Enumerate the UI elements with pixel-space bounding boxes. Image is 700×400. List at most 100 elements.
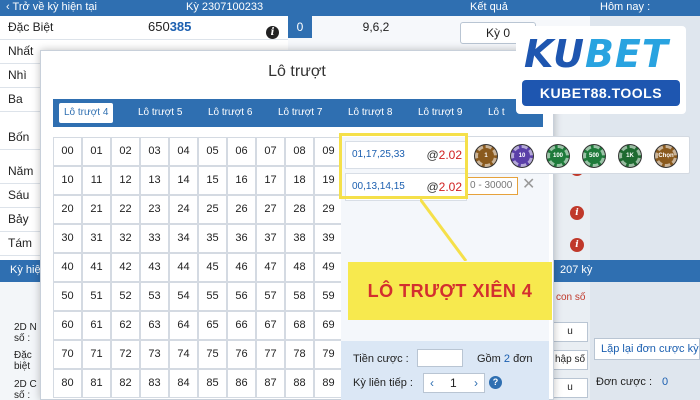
number-cell[interactable]: 64: [169, 311, 198, 340]
number-cell[interactable]: 47: [256, 253, 285, 282]
number-cell[interactable]: 86: [227, 369, 256, 398]
number-cell[interactable]: 57: [256, 282, 285, 311]
number-cell[interactable]: 89: [314, 369, 343, 398]
number-cell[interactable]: 18: [285, 166, 314, 195]
minus-icon[interactable]: ‹: [430, 376, 434, 390]
number-cell[interactable]: 87: [256, 369, 285, 398]
number-cell[interactable]: 29: [314, 195, 343, 224]
number-cell[interactable]: 26: [227, 195, 256, 224]
number-cell[interactable]: 55: [198, 282, 227, 311]
number-cell[interactable]: 83: [140, 369, 169, 398]
number-cell[interactable]: 14: [169, 166, 198, 195]
chip-button[interactable]: 1: [475, 145, 497, 167]
number-cell[interactable]: 62: [111, 311, 140, 340]
number-cell[interactable]: 34: [169, 224, 198, 253]
number-cell[interactable]: 48: [285, 253, 314, 282]
plus-icon[interactable]: ›: [474, 376, 478, 390]
number-cell[interactable]: 33: [140, 224, 169, 253]
chip-button[interactable]: 100: [547, 145, 569, 167]
number-cell[interactable]: 04: [169, 137, 198, 166]
number-cell[interactable]: 38: [285, 224, 314, 253]
number-cell[interactable]: 20: [53, 195, 82, 224]
number-cell[interactable]: 74: [169, 340, 198, 369]
chip-button[interactable]: Chọn: [655, 145, 677, 167]
number-cell[interactable]: 16: [227, 166, 256, 195]
number-cell[interactable]: 79: [314, 340, 343, 369]
info-icon[interactable]: i: [570, 206, 584, 220]
number-cell[interactable]: 50: [53, 282, 82, 311]
number-cell[interactable]: 30: [53, 224, 82, 253]
number-cell[interactable]: 76: [227, 340, 256, 369]
number-cell[interactable]: 58: [285, 282, 314, 311]
number-cell[interactable]: 32: [111, 224, 140, 253]
number-cell[interactable]: 28: [285, 195, 314, 224]
number-cell[interactable]: 68: [285, 311, 314, 340]
tab-lo-truot-5[interactable]: Lô trượt 5: [133, 103, 187, 123]
number-cell[interactable]: 80: [53, 369, 82, 398]
tab-lo-truot-6[interactable]: Lô trượt 6: [203, 103, 257, 123]
number-cell[interactable]: 66: [227, 311, 256, 340]
number-cell[interactable]: 56: [227, 282, 256, 311]
number-cell[interactable]: 42: [111, 253, 140, 282]
number-cell[interactable]: 82: [111, 369, 140, 398]
repeat-bet-button[interactable]: Lặp lại đơn cược kỳ t: [594, 338, 700, 360]
close-icon[interactable]: ✕: [522, 174, 535, 194]
number-cell[interactable]: 24: [169, 195, 198, 224]
number-cell[interactable]: 71: [82, 340, 111, 369]
number-cell[interactable]: 31: [82, 224, 111, 253]
number-cell[interactable]: 17: [256, 166, 285, 195]
number-cell[interactable]: 00: [53, 137, 82, 166]
number-cell[interactable]: 15: [198, 166, 227, 195]
tab-lo-truot-7[interactable]: Lô trượt 7: [273, 103, 327, 123]
tab-lo-truot-8[interactable]: Lô trượt 8: [343, 103, 397, 123]
number-cell[interactable]: 49: [314, 253, 343, 282]
number-cell[interactable]: 70: [53, 340, 82, 369]
help-icon[interactable]: ?: [489, 376, 502, 389]
number-cell[interactable]: 73: [140, 340, 169, 369]
back-link[interactable]: ‹ Trở về kỳ hiện tại: [6, 1, 97, 13]
number-cell[interactable]: 69: [314, 311, 343, 340]
number-cell[interactable]: 51: [82, 282, 111, 311]
number-cell[interactable]: 61: [82, 311, 111, 340]
number-cell[interactable]: 72: [111, 340, 140, 369]
number-cell[interactable]: 43: [140, 253, 169, 282]
number-cell[interactable]: 25: [198, 195, 227, 224]
number-cell[interactable]: 06: [227, 137, 256, 166]
number-cell[interactable]: 23: [140, 195, 169, 224]
info-icon[interactable]: i: [266, 26, 279, 39]
number-cell[interactable]: 67: [256, 311, 285, 340]
number-cell[interactable]: 05: [198, 137, 227, 166]
number-cell[interactable]: 27: [256, 195, 285, 224]
nhap-so-button[interactable]: hập số: [552, 350, 588, 370]
range-input[interactable]: 0 - 30000: [466, 177, 518, 195]
number-cell[interactable]: 46: [227, 253, 256, 282]
number-cell[interactable]: 54: [169, 282, 198, 311]
number-cell[interactable]: 21: [82, 195, 111, 224]
number-cell[interactable]: 40: [53, 253, 82, 282]
side-button-3[interactable]: u: [552, 378, 588, 398]
stake-input[interactable]: [417, 349, 463, 367]
number-cell[interactable]: 10: [53, 166, 82, 195]
chip-button[interactable]: 10: [511, 145, 533, 167]
number-cell[interactable]: 01: [82, 137, 111, 166]
number-cell[interactable]: 78: [285, 340, 314, 369]
number-cell[interactable]: 75: [198, 340, 227, 369]
number-cell[interactable]: 60: [53, 311, 82, 340]
number-cell[interactable]: 11: [82, 166, 111, 195]
number-cell[interactable]: 07: [256, 137, 285, 166]
number-cell[interactable]: 22: [111, 195, 140, 224]
side-button-1[interactable]: u: [552, 322, 588, 342]
number-cell[interactable]: 63: [140, 311, 169, 340]
tab-lo-truot-4[interactable]: Lô trượt 4: [59, 103, 114, 123]
number-cell[interactable]: 81: [82, 369, 111, 398]
number-cell[interactable]: 88: [285, 369, 314, 398]
number-cell[interactable]: 37: [256, 224, 285, 253]
tab-lo-truot-10[interactable]: Lô t: [483, 103, 510, 123]
number-cell[interactable]: 59: [314, 282, 343, 311]
info-icon[interactable]: i: [570, 238, 584, 252]
consecutive-stepper[interactable]: ‹ 1 ›: [423, 373, 485, 393]
number-cell[interactable]: 45: [198, 253, 227, 282]
number-cell[interactable]: 36: [227, 224, 256, 253]
number-cell[interactable]: 39: [314, 224, 343, 253]
number-cell[interactable]: 84: [169, 369, 198, 398]
